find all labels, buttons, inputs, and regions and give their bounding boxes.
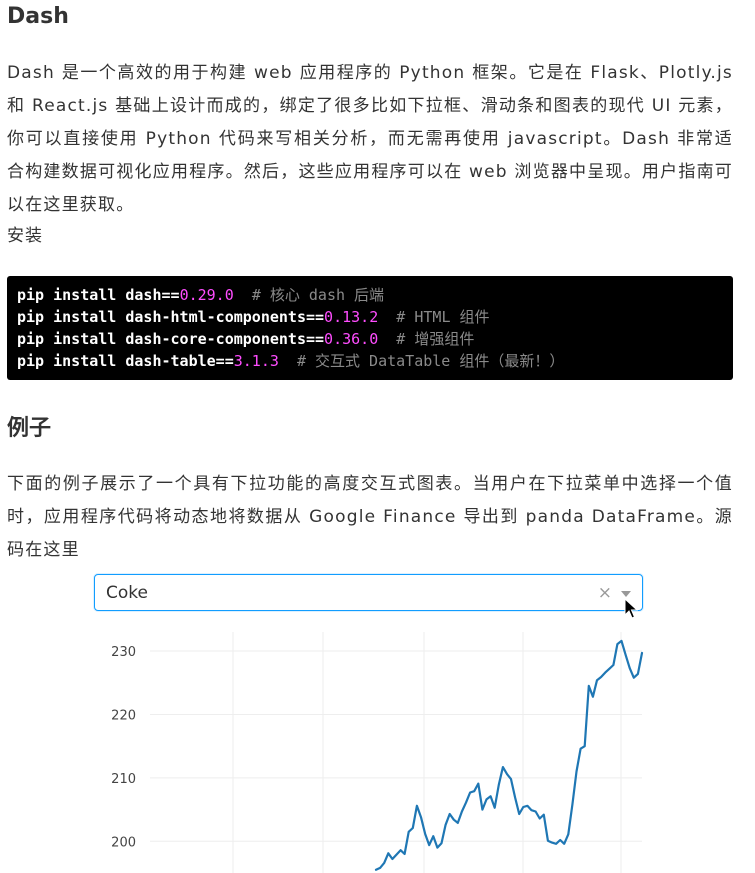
install-label: 安装 <box>7 226 43 246</box>
chart-y-tick-label: 210 <box>111 772 136 787</box>
chart-grid-horizontal <box>150 650 642 842</box>
stock-line-chart: 200 210 220 230 <box>111 632 644 873</box>
article-page: Dash Dash 是一个高效的用于构建 web 应用程序的 Python 框架… <box>0 0 755 873</box>
code-version: 0.13.2 <box>324 308 379 326</box>
stock-dropdown[interactable]: Coke × <box>94 574 643 611</box>
code-comment: # 增强组件 <box>396 330 475 348</box>
chart-series-line <box>374 639 644 871</box>
code-comment: # 交互式 DataTable 组件（最新！） <box>296 352 565 370</box>
code-block: pip install dash==0.29.0 # 核心 dash 后端 pip… <box>7 276 733 380</box>
chart-y-tick-label: 200 <box>111 835 136 850</box>
code-command: pip install dash-core-components== <box>17 330 325 348</box>
intro-paragraph: Dash 是一个高效的用于构建 web 应用程序的 Python 框架。它是在 … <box>7 63 733 215</box>
chart-y-tick-label: 220 <box>111 708 136 723</box>
code-line: pip install dash-html-components==0.13.2… <box>17 306 723 328</box>
code-command: pip install dash-html-components== <box>17 308 325 326</box>
code-line: pip install dash==0.29.0 # 核心 dash 后端 <box>17 284 723 306</box>
chart-y-tick-label: 230 <box>111 645 136 660</box>
chevron-down-icon[interactable] <box>621 591 631 597</box>
code-version: 3.1.3 <box>233 352 279 370</box>
example-paragraph: 下面的例子展示了一个具有下拉功能的高度交互式图表。当用户在下拉菜单中选择一个值时… <box>7 474 733 560</box>
code-comment: # 核心 dash 后端 <box>251 286 385 304</box>
heading-dash: Dash <box>7 4 69 29</box>
dropdown-selected-value: Coke <box>106 583 148 603</box>
heading-example: 例子 <box>7 416 52 441</box>
mouse-cursor-icon <box>624 598 638 619</box>
code-line: pip install dash-core-components==0.36.0… <box>17 328 723 350</box>
clear-icon[interactable]: × <box>598 575 612 611</box>
code-command: pip install dash-table== <box>17 352 234 370</box>
code-line: pip install dash-table==3.1.3 # 交互式 Data… <box>17 350 723 372</box>
chart-y-tick-labels: 200 210 220 230 <box>111 645 136 850</box>
code-command: pip install dash== <box>17 286 180 304</box>
code-comment: # HTML 组件 <box>396 308 490 326</box>
code-version: 0.29.0 <box>179 286 234 304</box>
code-version: 0.36.0 <box>324 330 379 348</box>
